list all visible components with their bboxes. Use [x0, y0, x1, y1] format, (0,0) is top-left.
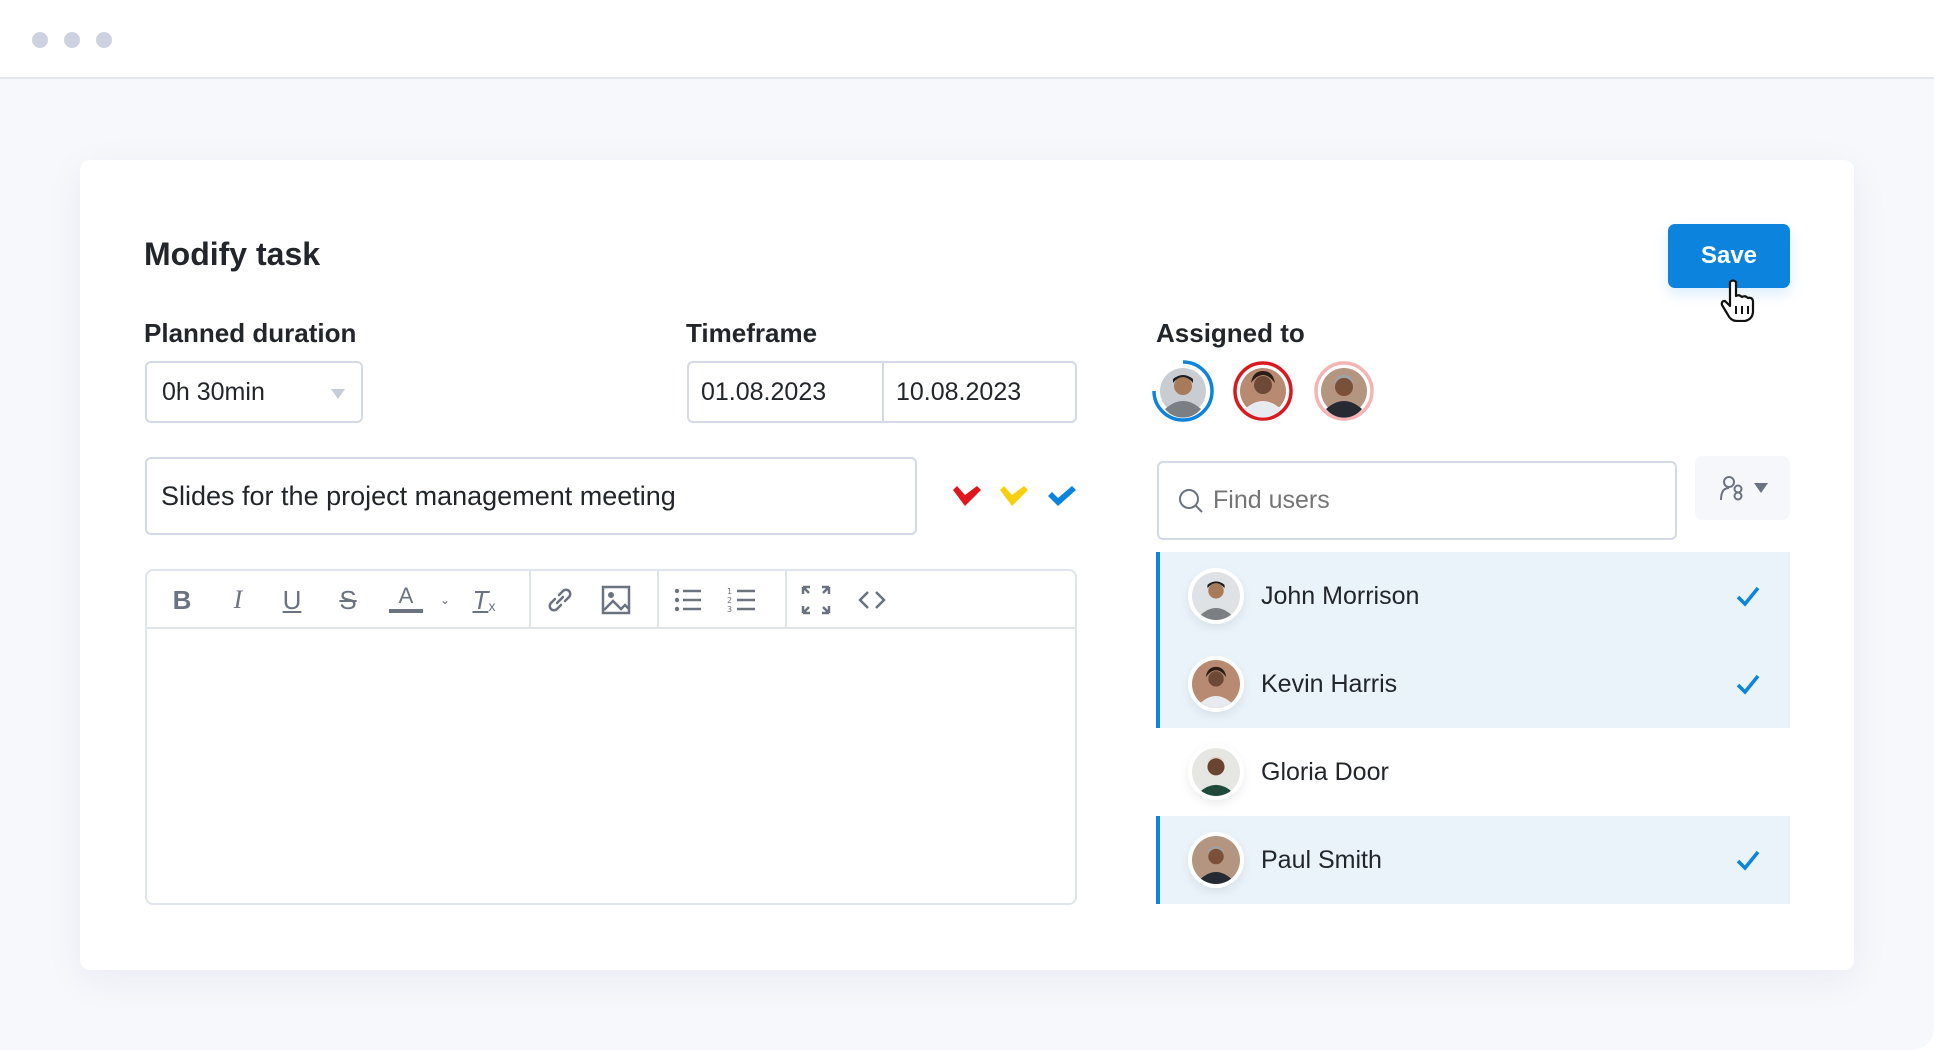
check-icon [1736, 674, 1760, 695]
bullet-list-icon[interactable] [671, 583, 705, 617]
numbered-list-icon[interactable]: 123 [725, 583, 759, 617]
user-name: John Morrison [1261, 581, 1420, 610]
page-title: Modify task [144, 236, 321, 272]
app-window: Modify task Save Planned duration 0h 30m… [0, 0, 1934, 1050]
strikethrough-icon[interactable]: S [331, 583, 365, 617]
window-dot-close[interactable] [32, 32, 48, 48]
toolbar-divider [785, 571, 787, 629]
user-avatar [1188, 832, 1244, 888]
user-avatar [1188, 744, 1244, 800]
italic-icon[interactable]: I [221, 583, 255, 617]
rich-text-editor: B I U S A ⌄ Tx 123 [145, 569, 1077, 905]
task-title-value: Slides for the project management meetin… [161, 480, 676, 511]
svg-text:2: 2 [727, 596, 732, 605]
planned-duration-value: 0h 30min [162, 377, 265, 406]
task-title-input[interactable]: Slides for the project management meetin… [145, 457, 917, 535]
fullscreen-icon[interactable] [799, 583, 833, 617]
toolbar-divider [657, 571, 659, 629]
find-users-search[interactable] [1157, 461, 1677, 540]
text-color-dropdown-icon[interactable]: ⌄ [435, 583, 455, 617]
svg-text:3: 3 [727, 605, 732, 614]
priority-yellow-check-icon[interactable] [1000, 486, 1028, 508]
check-icon [1736, 850, 1760, 871]
check-icon [1736, 586, 1760, 607]
user-avatar [1188, 656, 1244, 712]
priority-red-check-icon[interactable] [953, 486, 981, 508]
bold-icon[interactable]: B [165, 583, 199, 617]
timeframe-range: 01.08.2023 10.08.2023 [687, 361, 1077, 423]
timeframe-end-input[interactable]: 10.08.2023 [884, 363, 1075, 421]
code-icon[interactable] [855, 583, 889, 617]
user-row-gloria-door[interactable]: Gloria Door [1156, 728, 1790, 816]
user-row-paul-smith[interactable]: Paul Smith [1156, 816, 1790, 904]
hand-cursor-icon [1720, 279, 1755, 322]
editor-content-area[interactable] [147, 631, 1075, 903]
assigned-avatar-kevin[interactable] [1231, 359, 1295, 423]
clear-formatting-icon[interactable]: Tx [467, 583, 501, 617]
users-list: John Morrison Kevin Harris Gloria Door P… [1156, 552, 1790, 904]
timeframe-label: Timeframe [686, 318, 818, 348]
toolbar-divider [529, 571, 531, 629]
timeframe-start-value: 01.08.2023 [701, 377, 827, 406]
user-row-john-morrison[interactable]: John Morrison [1156, 552, 1790, 640]
window-dot-minimize[interactable] [64, 32, 80, 48]
user-name: Kevin Harris [1261, 669, 1398, 698]
user-name: Paul Smith [1261, 845, 1382, 874]
users-icon [1719, 476, 1742, 501]
find-users-input[interactable] [1213, 463, 1653, 538]
link-icon[interactable] [543, 583, 577, 617]
image-icon[interactable] [599, 583, 633, 617]
title-bar [0, 0, 1934, 79]
chevron-down-icon [331, 389, 345, 399]
planned-duration-select[interactable]: 0h 30min [145, 361, 363, 423]
assigned-to-label: Assigned to [1156, 318, 1305, 348]
editor-toolbar: B I U S A ⌄ Tx 123 [147, 571, 1075, 629]
window-dot-maximize[interactable] [96, 32, 112, 48]
user-avatar [1188, 568, 1244, 624]
timeframe-start-input[interactable]: 01.08.2023 [689, 363, 884, 421]
assigned-avatar-paul[interactable] [1312, 359, 1376, 423]
chevron-down-icon [1753, 483, 1768, 493]
planned-duration-label: Planned duration [144, 318, 357, 348]
underline-icon[interactable]: U [275, 583, 309, 617]
assigned-avatar-john[interactable] [1151, 359, 1215, 423]
timeframe-end-value: 10.08.2023 [896, 377, 1022, 406]
user-row-kevin-harris[interactable]: Kevin Harris [1156, 640, 1790, 728]
user-name: Gloria Door [1261, 757, 1389, 786]
text-color-icon[interactable]: A [389, 583, 423, 613]
priority-blue-check-icon[interactable] [1048, 486, 1076, 508]
search-icon [1179, 489, 1203, 513]
user-groups-filter-button[interactable] [1695, 456, 1790, 520]
svg-text:1: 1 [727, 587, 732, 596]
